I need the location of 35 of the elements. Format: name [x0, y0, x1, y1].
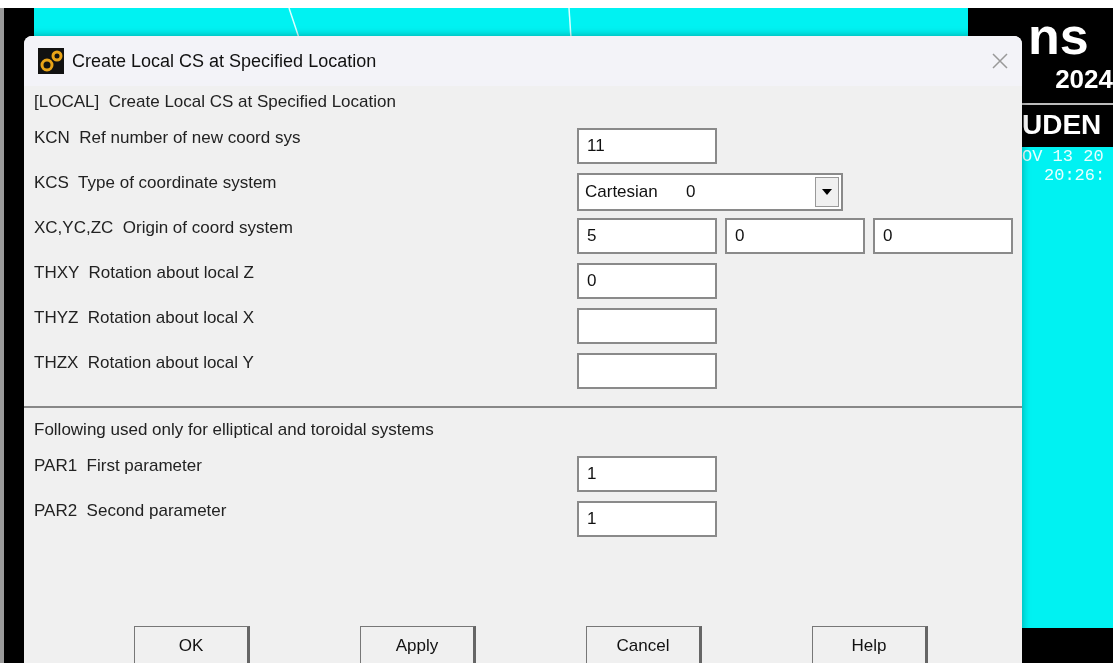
logo-text: ns [1028, 8, 1089, 64]
mesh-line [288, 8, 300, 38]
dialog-button[interactable]: Help [812, 626, 928, 663]
input-field[interactable]: 0 [725, 218, 865, 254]
date-text: OV 13 20 [1022, 147, 1105, 166]
dropdown-button[interactable] [815, 177, 839, 207]
close-icon[interactable] [992, 53, 1008, 69]
version-text: 2024 [1054, 64, 1113, 95]
field-label: XC,YC,ZC Origin of coord system [34, 218, 293, 237]
input-field[interactable]: 11 [577, 128, 717, 164]
input-field[interactable] [577, 308, 717, 344]
field-label: THXY Rotation about local Z [34, 263, 254, 282]
window-title: Create Local CS at Specified Location [72, 50, 378, 72]
input-field[interactable] [577, 353, 717, 389]
input-field[interactable]: 5 [577, 218, 717, 254]
dialog-button[interactable]: Apply [360, 626, 476, 663]
field-label: KCN Ref number of new coord sys [34, 128, 301, 147]
field-label: THZX Rotation about local Y [34, 353, 254, 372]
gears-icon [38, 48, 64, 74]
input-field[interactable]: 0 [873, 218, 1013, 254]
section-note: Following used only for elliptical and toroidal systems [34, 420, 434, 439]
input-field[interactable]: 1 [577, 456, 717, 492]
field-label: PAR1 First parameter [34, 456, 202, 475]
field-label: PAR2 Second parameter [34, 501, 227, 520]
dialog-button[interactable]: Cancel [586, 626, 702, 663]
input-field[interactable]: 0 [577, 263, 717, 299]
field-label: KCS Type of coordinate system [34, 173, 277, 192]
time-text: 20:26: [1043, 166, 1107, 185]
caret-icon [822, 189, 832, 195]
field-label: THYZ Rotation about local X [34, 308, 255, 327]
dialog-heading: [LOCAL] Create Local CS at Specified Location [34, 92, 396, 111]
type-dropdown[interactable]: Cartesian 0 [577, 173, 843, 211]
mesh-line [568, 8, 572, 38]
dialog-button[interactable]: OK [134, 626, 250, 663]
input-field[interactable]: 1 [577, 501, 717, 537]
